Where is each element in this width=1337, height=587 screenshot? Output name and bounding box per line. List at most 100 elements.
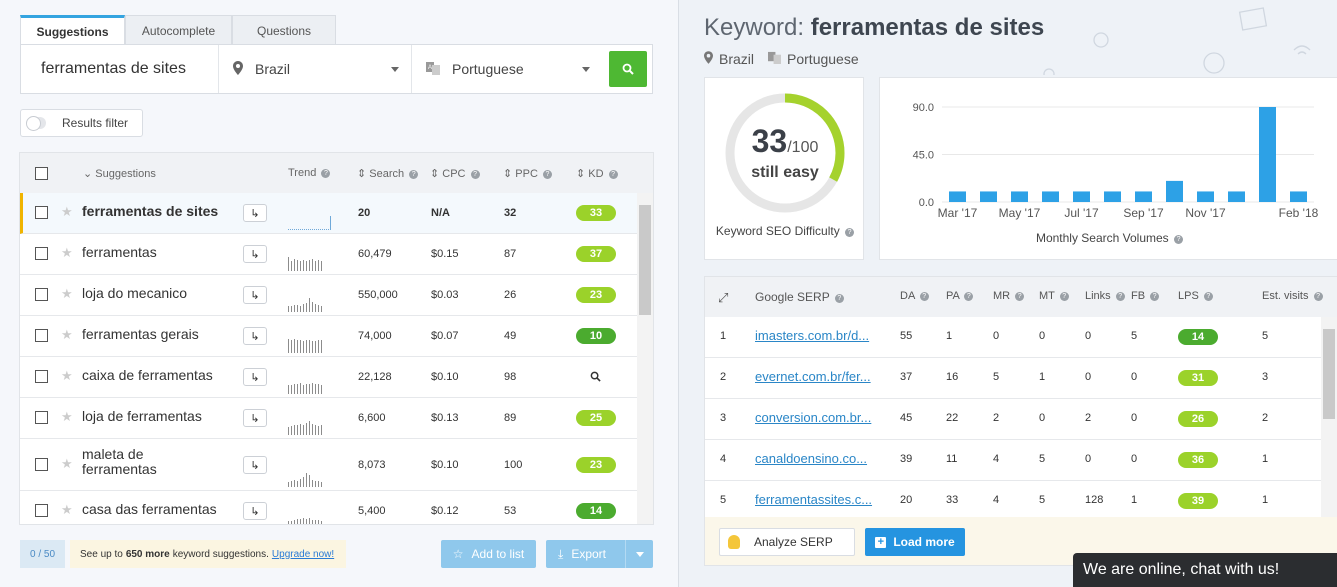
help-icon[interactable]: ? xyxy=(321,169,331,178)
star-icon[interactable]: ★ xyxy=(61,502,73,518)
star-icon[interactable]: ★ xyxy=(61,286,73,302)
scrollbar-thumb[interactable] xyxy=(1323,329,1335,419)
lightbulb-icon xyxy=(728,535,740,549)
trend-sparkline xyxy=(288,471,336,487)
help-icon[interactable]: ? xyxy=(470,170,480,179)
help-icon[interactable]: ? xyxy=(1015,292,1025,301)
table-row[interactable]: ★ ferramentas gerais ↳ 74,000 $0.07 49 10 xyxy=(20,316,638,357)
star-icon[interactable]: ★ xyxy=(61,327,73,343)
keyword-text[interactable]: loja de ferramentas xyxy=(82,408,202,424)
analyze-serp-button[interactable]: Analyze SERP xyxy=(719,528,855,556)
star-icon[interactable]: ★ xyxy=(61,456,73,472)
add-to-list-button[interactable]: ☆ Add to list xyxy=(441,540,536,568)
table-row[interactable]: ★ casa das ferramentas ↳ 5,400 $0.12 53 14 xyxy=(20,491,638,524)
keyword-text[interactable]: maleta de ferramentas xyxy=(82,447,192,477)
help-icon[interactable]: ? xyxy=(1059,292,1069,301)
keyword-text[interactable]: loja do mecanico xyxy=(82,285,187,301)
keyword-text[interactable]: ferramentas gerais xyxy=(82,326,199,342)
go-to-keyword-button[interactable]: ↳ xyxy=(243,245,267,263)
row-checkbox[interactable] xyxy=(35,329,48,342)
row-checkbox[interactable] xyxy=(35,458,48,471)
keyword-text[interactable]: casa das ferramentas xyxy=(82,501,217,517)
language-select[interactable]: A Portuguese xyxy=(412,45,602,93)
row-checkbox[interactable] xyxy=(35,370,48,383)
search-icon[interactable] xyxy=(590,371,601,385)
star-icon[interactable]: ★ xyxy=(61,368,73,384)
chevron-down-icon xyxy=(582,67,590,72)
serp-cell-fb: 0 xyxy=(1131,371,1138,383)
serp-header: ⤢ Google SERP ? DA ? PA ? MR ? MT ? Link… xyxy=(705,277,1337,317)
go-to-keyword-button[interactable]: ↳ xyxy=(243,327,267,345)
table-row[interactable]: ★ caixa de ferramentas ↳ 22,128 $0.10 98 xyxy=(20,357,638,398)
filter-toggle[interactable] xyxy=(26,116,46,131)
serp-url-link[interactable]: imasters.com.br/d... xyxy=(755,328,880,343)
export-button[interactable]: ⤓ Export xyxy=(546,540,653,568)
cell-cpc: $0.10 xyxy=(431,371,459,383)
go-to-keyword-button[interactable]: ↳ xyxy=(243,456,267,474)
serp-url-link[interactable]: ferramentassites.c... xyxy=(755,492,880,507)
results-filter-button[interactable]: Results filter xyxy=(20,109,143,137)
load-more-button[interactable]: + Load more xyxy=(865,528,965,556)
row-checkbox[interactable] xyxy=(35,288,48,301)
col-ppc[interactable]: ⇕ PPC ? xyxy=(503,167,552,180)
table-row[interactable]: ★ loja do mecanico ↳ 550,000 $0.03 26 23 xyxy=(20,275,638,316)
keyword-text[interactable]: ferramentas de sites xyxy=(82,203,218,219)
select-all-checkbox[interactable] xyxy=(35,167,48,180)
help-icon[interactable]: ? xyxy=(1203,292,1213,301)
go-to-keyword-button[interactable]: ↳ xyxy=(243,409,267,427)
serp-url-link[interactable]: evernet.com.br/fer... xyxy=(755,369,880,384)
row-checkbox[interactable] xyxy=(35,411,48,424)
keyword-text[interactable]: caixa de ferramentas xyxy=(82,367,213,383)
serp-url-link[interactable]: canaldoensino.co... xyxy=(755,451,880,466)
tab-suggestions[interactable]: Suggestions xyxy=(20,15,125,45)
table-row[interactable]: ★ ferramentas ↳ 60,479 $0.15 87 37 xyxy=(20,234,638,275)
col-est-visits-label: Est. visits xyxy=(1262,290,1309,302)
upgrade-link[interactable]: Upgrade now! xyxy=(272,549,334,560)
star-icon[interactable]: ★ xyxy=(61,204,73,220)
help-icon[interactable]: ? xyxy=(845,228,855,237)
col-suggestions[interactable]: ⌄ Suggestions xyxy=(83,167,156,180)
col-cpc[interactable]: ⇕ CPC ? xyxy=(430,167,480,180)
serp-url-link[interactable]: conversion.com.br... xyxy=(755,410,880,425)
cell-cpc: $0.13 xyxy=(431,412,459,424)
help-icon[interactable]: ? xyxy=(1174,235,1184,244)
scrollbar-thumb[interactable] xyxy=(639,205,651,315)
col-search[interactable]: ⇕ Search ? xyxy=(357,167,419,180)
help-icon[interactable]: ? xyxy=(834,294,844,303)
row-checkbox[interactable] xyxy=(35,504,48,517)
help-icon[interactable]: ? xyxy=(608,170,618,179)
cell-ppc: 89 xyxy=(504,412,517,424)
help-icon[interactable]: ? xyxy=(964,292,974,301)
star-icon[interactable]: ★ xyxy=(61,245,73,261)
serp-scrollbar[interactable] xyxy=(1321,317,1337,517)
go-to-keyword-button[interactable]: ↳ xyxy=(243,286,267,304)
go-to-keyword-button[interactable]: ↳ xyxy=(243,368,267,386)
location-select[interactable]: Brazil xyxy=(219,45,412,93)
help-icon[interactable]: ? xyxy=(1115,292,1125,301)
keyword-text[interactable]: ferramentas xyxy=(82,244,157,260)
star-icon[interactable]: ★ xyxy=(61,409,73,425)
go-to-keyword-button[interactable]: ↳ xyxy=(243,204,267,222)
row-checkbox[interactable] xyxy=(35,247,48,260)
help-icon[interactable]: ? xyxy=(409,170,419,179)
tab-autocomplete[interactable]: Autocomplete xyxy=(125,15,232,45)
table-row[interactable]: ★ ferramentas de sites ↳ 20 N/A 32 33 xyxy=(20,193,638,234)
cell-cpc: N/A xyxy=(431,207,450,219)
tab-questions[interactable]: Questions xyxy=(232,15,336,45)
search-button[interactable] xyxy=(609,51,647,87)
help-icon[interactable]: ? xyxy=(1313,292,1323,301)
table-row[interactable]: ★ loja de ferramentas ↳ 6,600 $0.13 89 25 xyxy=(20,398,638,439)
go-to-keyword-button[interactable]: ↳ xyxy=(243,502,267,520)
table-scrollbar[interactable] xyxy=(637,193,653,524)
tab-bar: Suggestions Autocomplete Questions xyxy=(20,15,336,45)
col-kd[interactable]: ⇕ KD ? xyxy=(576,167,618,180)
help-icon[interactable]: ? xyxy=(919,292,929,301)
help-icon[interactable]: ? xyxy=(1150,292,1160,301)
table-row[interactable]: ★ maleta de ferramentas ↳ 8,073 $0.10 100 23 xyxy=(20,439,638,491)
help-icon[interactable]: ? xyxy=(542,170,552,179)
chat-widget[interactable]: We are online, chat with us! xyxy=(1073,553,1337,587)
keyword-input[interactable]: ferramentas de sites xyxy=(21,45,219,93)
expand-icon[interactable]: ⤢ xyxy=(718,290,728,306)
row-checkbox[interactable] xyxy=(35,206,48,219)
export-dropdown-toggle[interactable] xyxy=(625,540,653,568)
